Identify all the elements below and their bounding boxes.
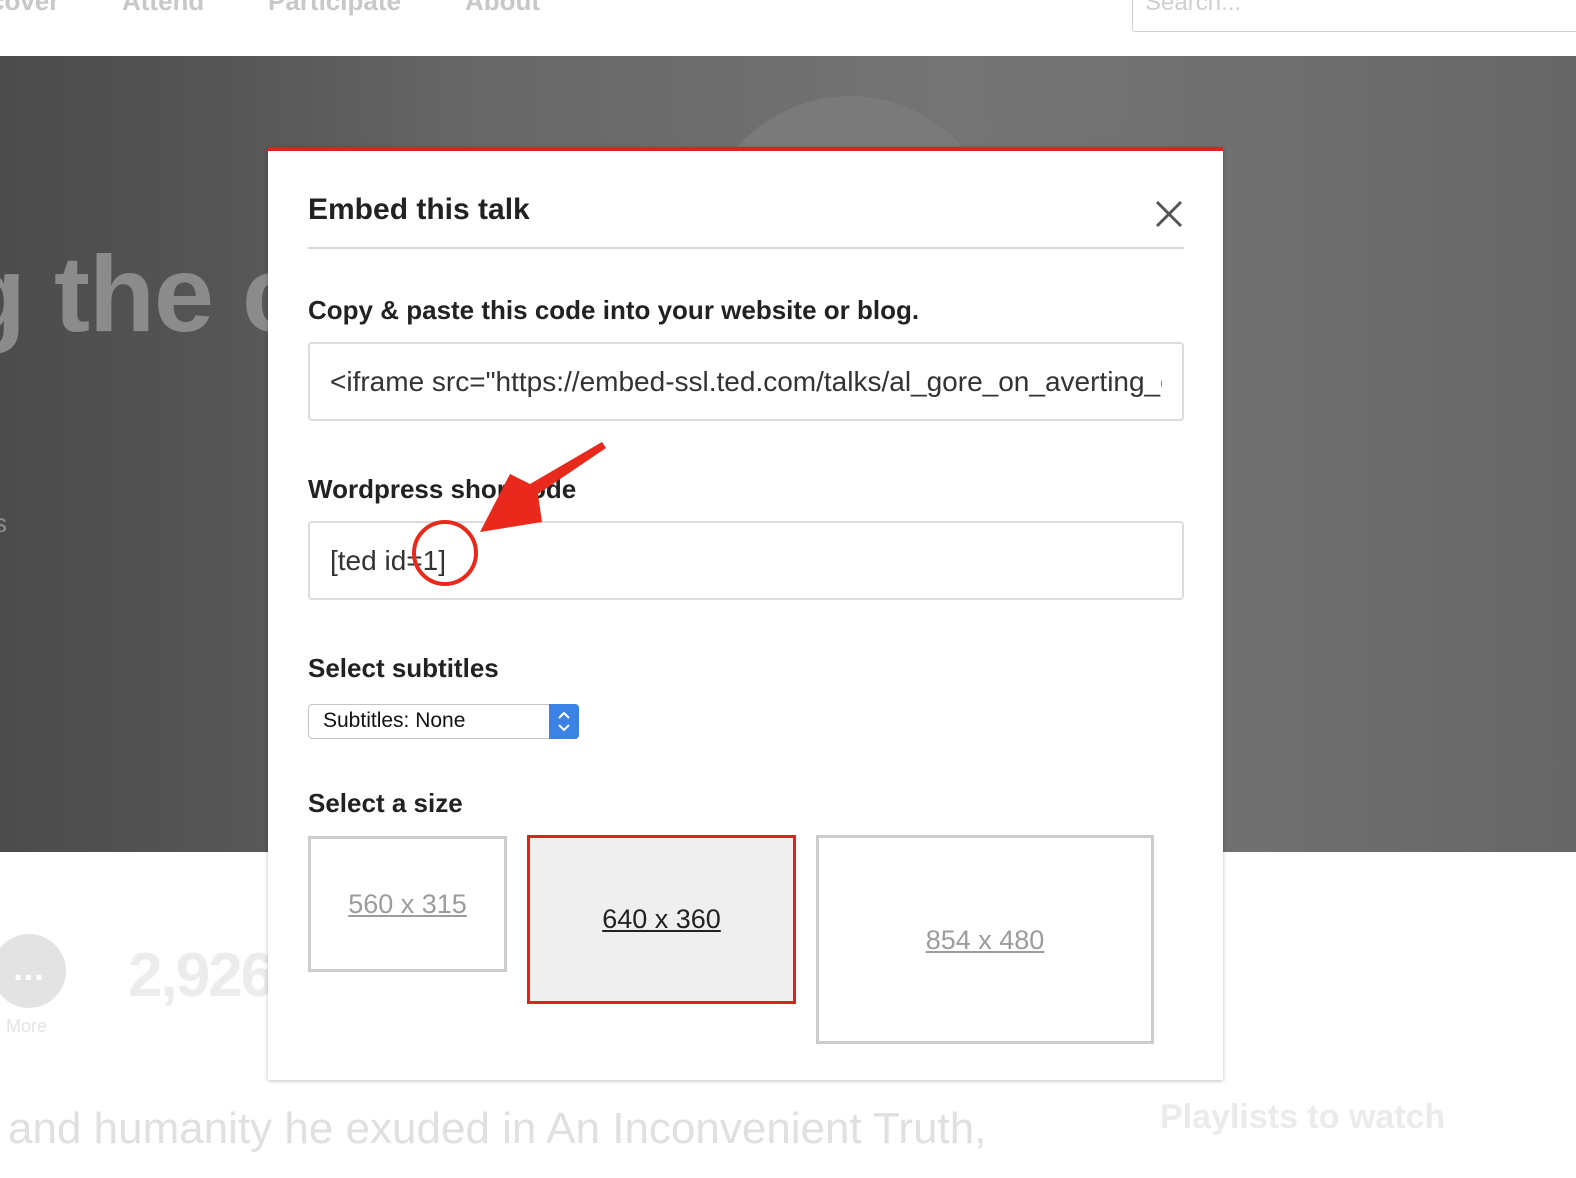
size-label: Select a size <box>308 788 463 818</box>
nav-item-cover[interactable]: cover <box>0 0 59 17</box>
size-option-640-selected[interactable]: 640 x 360 <box>527 835 796 1004</box>
chevron-updown-icon <box>558 711 570 732</box>
top-navigation: cover Attend Participate About Search... <box>0 0 1576 56</box>
subtitles-selected-value: Subtitles: None <box>323 709 466 732</box>
select-stepper[interactable] <box>549 704 579 739</box>
close-button[interactable] <box>1154 199 1184 229</box>
talk-description: and humanity he exuded in An Inconvenien… <box>8 1104 987 1153</box>
more-label: More <box>6 1016 48 1036</box>
search-placeholder: Search... <box>1145 0 1242 16</box>
close-icon <box>1155 200 1183 228</box>
size-option-label: 560 x 315 <box>348 889 467 919</box>
modal-divider <box>308 247 1184 249</box>
nav-item-participate[interactable]: Participate <box>268 0 401 17</box>
embed-modal: Embed this talk Copy & paste this code i… <box>268 147 1223 1080</box>
talk-speaker: s <box>0 508 7 538</box>
embed-code-label: Copy & paste this code into your website… <box>308 295 920 325</box>
subtitles-select[interactable]: Subtitles: None <box>308 704 579 739</box>
more-icon: ... <box>13 950 45 988</box>
size-option-label: 854 x 480 <box>925 925 1045 955</box>
modal-title: Embed this talk <box>308 193 530 226</box>
size-option-label: 640 x 360 <box>602 904 721 934</box>
size-option-560[interactable]: 560 x 315 <box>308 836 507 972</box>
talk-title: g the c <box>0 233 302 354</box>
playlists-heading: Playlists to watch <box>1160 1098 1446 1136</box>
embed-code-field[interactable] <box>308 342 1184 421</box>
size-option-854[interactable]: 854 x 480 <box>816 835 1154 1044</box>
shortcode-label: Wordpress shortcode <box>308 474 577 504</box>
search-input[interactable]: Search... <box>1132 0 1576 32</box>
subtitles-label: Select subtitles <box>308 653 499 683</box>
shortcode-field[interactable] <box>308 521 1184 600</box>
nav-item-about[interactable]: About <box>465 0 540 17</box>
view-count: 2,926 <box>128 941 275 1010</box>
nav-item-attend[interactable]: Attend <box>122 0 204 17</box>
